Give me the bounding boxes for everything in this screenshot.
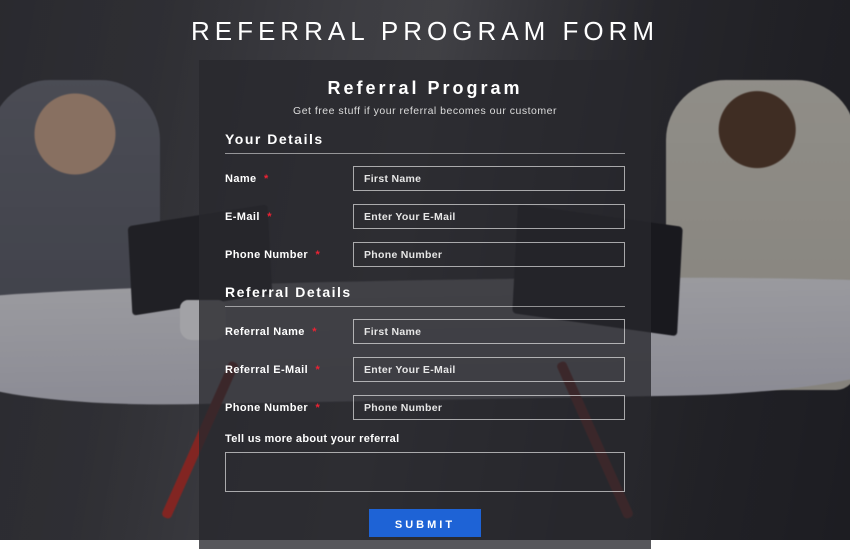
required-marker: * [312, 326, 317, 338]
label-text: E-Mail [225, 211, 260, 223]
label-referral-name: Referral Name * [225, 326, 339, 338]
row-email: E-Mail * [225, 204, 625, 229]
page-title: REFERRAL PROGRAM FORM [0, 16, 850, 47]
row-referral-phone: Phone Number * [225, 395, 625, 420]
form-card: Referral Program Get free stuff if your … [199, 60, 651, 549]
submit-button[interactable]: SUBMIT [369, 509, 481, 537]
row-name: Name * [225, 166, 625, 191]
required-marker: * [316, 364, 321, 376]
card-title: Referral Program [225, 78, 625, 99]
card-subtitle: Get free stuff if your referral becomes … [225, 105, 625, 117]
label-phone: Phone Number * [225, 249, 339, 261]
label-text: Phone Number [225, 249, 308, 261]
required-marker: * [264, 173, 269, 185]
label-text: Phone Number [225, 402, 308, 414]
submit-wrap: SUBMIT [225, 509, 625, 537]
referral-phone-input[interactable] [353, 395, 625, 420]
label-referral-textarea: Tell us more about your referral [225, 433, 625, 445]
phone-input[interactable] [353, 242, 625, 267]
label-referral-email: Referral E-Mail * [225, 364, 339, 376]
label-name: Name * [225, 173, 339, 185]
required-marker: * [267, 211, 272, 223]
section-title-referral-details: Referral Details [225, 284, 625, 307]
label-text: Referral E-Mail [225, 364, 308, 376]
required-marker: * [316, 402, 321, 414]
name-input[interactable] [353, 166, 625, 191]
section-title-your-details: Your Details [225, 131, 625, 154]
referral-textarea[interactable] [225, 452, 625, 492]
email-input[interactable] [353, 204, 625, 229]
label-email: E-Mail * [225, 211, 339, 223]
row-referral-name: Referral Name * [225, 319, 625, 344]
row-referral-email: Referral E-Mail * [225, 357, 625, 382]
label-text: Referral Name [225, 326, 305, 338]
referral-name-input[interactable] [353, 319, 625, 344]
label-referral-phone: Phone Number * [225, 402, 339, 414]
required-marker: * [316, 249, 321, 261]
label-text: Name [225, 173, 257, 185]
referral-email-input[interactable] [353, 357, 625, 382]
row-phone: Phone Number * [225, 242, 625, 267]
